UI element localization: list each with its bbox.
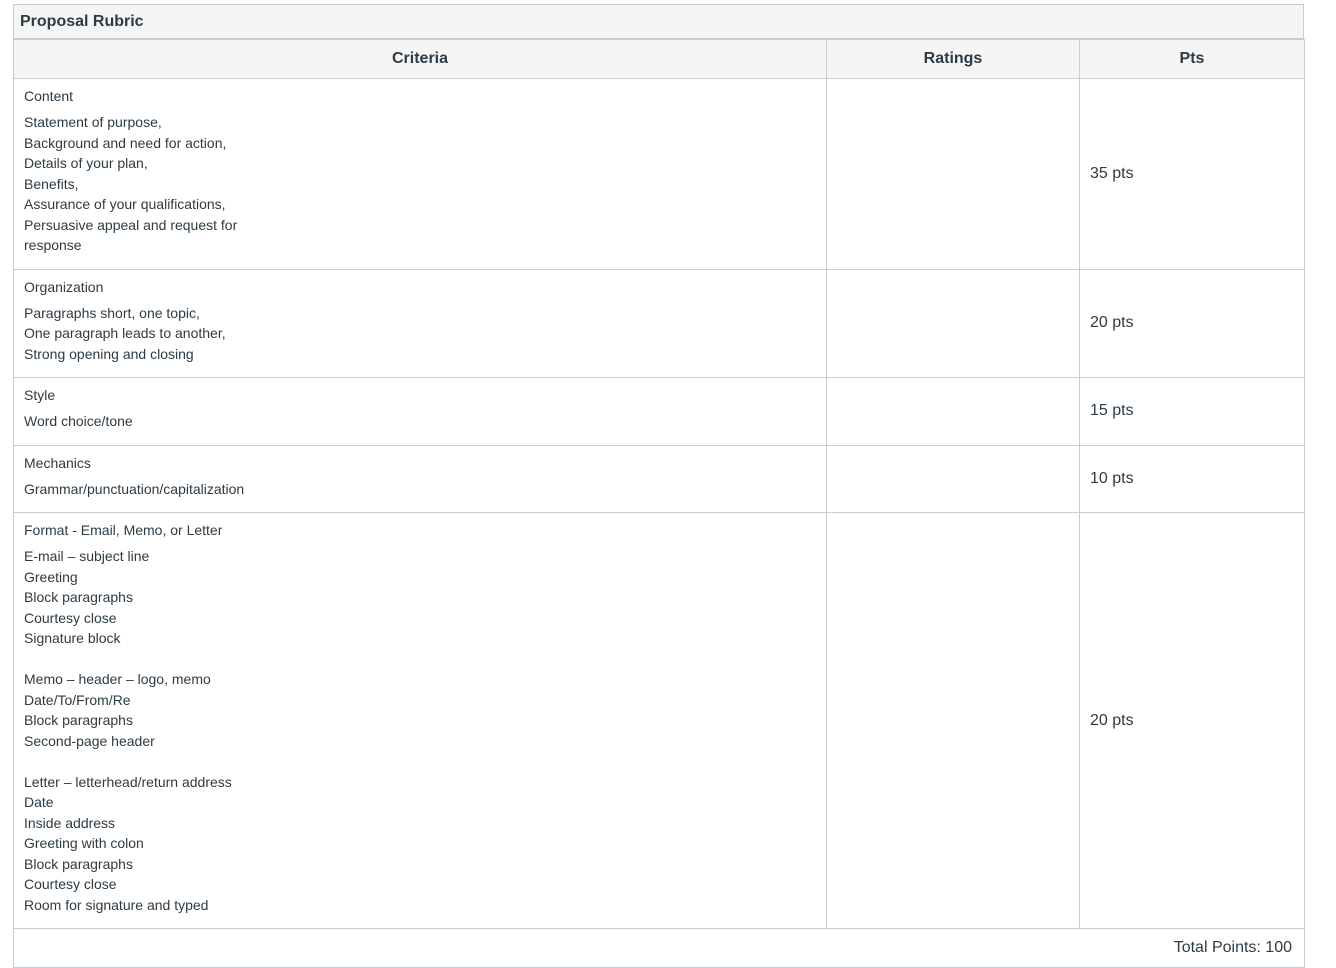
- criterion-title: Content: [24, 88, 74, 104]
- criterion-description-line: Room for signature and typed: [24, 896, 209, 913]
- criterion-description-line: Second-page header: [24, 732, 155, 749]
- criterion-description-line: [24, 751, 816, 772]
- criterion-row: Format - Email, Memo, or Letter E-mail – …: [13, 512, 1305, 929]
- points-cell: 10 pts: [1079, 444, 1305, 513]
- header-row: Criteria Ratings Pts: [13, 39, 1305, 79]
- ratings-cell: [826, 512, 1080, 929]
- criterion-title: Format - Email, Memo, or Letter: [24, 522, 223, 538]
- criterion-description-line: Memo – header – logo, memo: [24, 671, 211, 687]
- total-points: Total Points: 100: [13, 928, 1305, 968]
- criterion-description-line: Background and need for action,: [24, 134, 227, 151]
- criterion-description-line: Greeting: [24, 568, 78, 585]
- criterion-description-line: Paragraphs short, one topic,: [24, 304, 200, 321]
- rubric: Proposal Rubric Criteria Ratings Pts Con…: [13, 4, 1305, 968]
- criterion-cell: Content Statement of purpose, Background a…: [13, 78, 827, 270]
- criterion-cell: Format - Email, Memo, or Letter E-mail – …: [13, 512, 827, 929]
- criterion-description-line: Details of your plan,: [24, 155, 148, 171]
- criterion-row: Organization Paragraphs short, one topic,…: [13, 268, 1305, 378]
- pts-header: Pts: [1079, 39, 1305, 79]
- criterion-title: Organization: [24, 278, 104, 295]
- points-cell: 35 pts: [1079, 78, 1305, 270]
- criterion-description-line: Benefits,: [24, 175, 79, 192]
- criterion-row: Mechanics Grammar/punctuation/capitalizat…: [13, 444, 1305, 513]
- criterion-description-line: Signature block: [24, 630, 121, 646]
- ratings-cell: [826, 377, 1080, 446]
- criterion-description-line: Date/To/From/Re: [24, 691, 131, 708]
- criterion-cell: Mechanics Grammar/punctuation/capitalizat…: [13, 444, 827, 513]
- criterion-description-line: Courtesy close: [24, 609, 117, 626]
- criterion-row: Content Statement of purpose, Background a…: [13, 78, 1305, 270]
- criterion-description-line: Date: [24, 794, 54, 810]
- criterion-description-line: response: [24, 237, 82, 253]
- criterion-description-line: Statement of purpose,: [24, 114, 162, 130]
- criterion-title: Style: [24, 387, 56, 403]
- criterion-cell: Style Word choice/tone: [13, 377, 827, 446]
- criterion-cell: Organization Paragraphs short, one topic,…: [13, 268, 827, 378]
- criterion-description-line: Grammar/punctuation/capitalization: [24, 480, 245, 497]
- criteria-header: Criteria: [13, 39, 827, 79]
- criterion-description-line: Block paragraphs: [24, 589, 133, 605]
- rubric-table: Criteria Ratings Pts Content Statement of…: [13, 39, 1305, 968]
- criterion-description-line: One paragraph leads to another,: [24, 325, 226, 341]
- points-cell: 20 pts: [1079, 268, 1305, 378]
- criterion-description-line: Block paragraphs: [24, 855, 133, 872]
- criterion-description-line: Courtesy close: [24, 876, 117, 892]
- ratings-cell: [826, 78, 1080, 270]
- criterion-description-line: E-mail – subject line: [24, 548, 150, 564]
- criterion-description-line: Greeting with colon: [24, 835, 144, 851]
- points-cell: 20 pts: [1079, 512, 1305, 929]
- ratings-cell: [826, 444, 1080, 513]
- criterion-description-line: Inside address: [24, 814, 116, 831]
- criterion-row: Style Word choice/tone 15 pts: [13, 377, 1305, 446]
- ratings-header: Ratings: [826, 39, 1080, 79]
- criterion-description-line: Persuasive appeal and request for: [24, 216, 238, 233]
- ratings-cell: [826, 268, 1080, 378]
- criterion-title: Mechanics: [24, 454, 91, 471]
- rubric-title: Proposal Rubric: [13, 4, 1304, 39]
- points-cell: 15 pts: [1079, 377, 1305, 446]
- criterion-description-line: Word choice/tone: [24, 413, 133, 429]
- criterion-description-line: Strong opening and closing: [24, 345, 194, 362]
- criterion-description-line: Assurance of your qualifications,: [24, 196, 226, 212]
- total-row: Total Points: 100: [13, 928, 1305, 968]
- criterion-description-line: [24, 649, 816, 670]
- criterion-description-line: Block paragraphs: [24, 712, 133, 728]
- criterion-description-line: Letter – letterhead/return address: [24, 773, 232, 790]
- rubric-body: Content Statement of purpose, Background a…: [13, 78, 1305, 929]
